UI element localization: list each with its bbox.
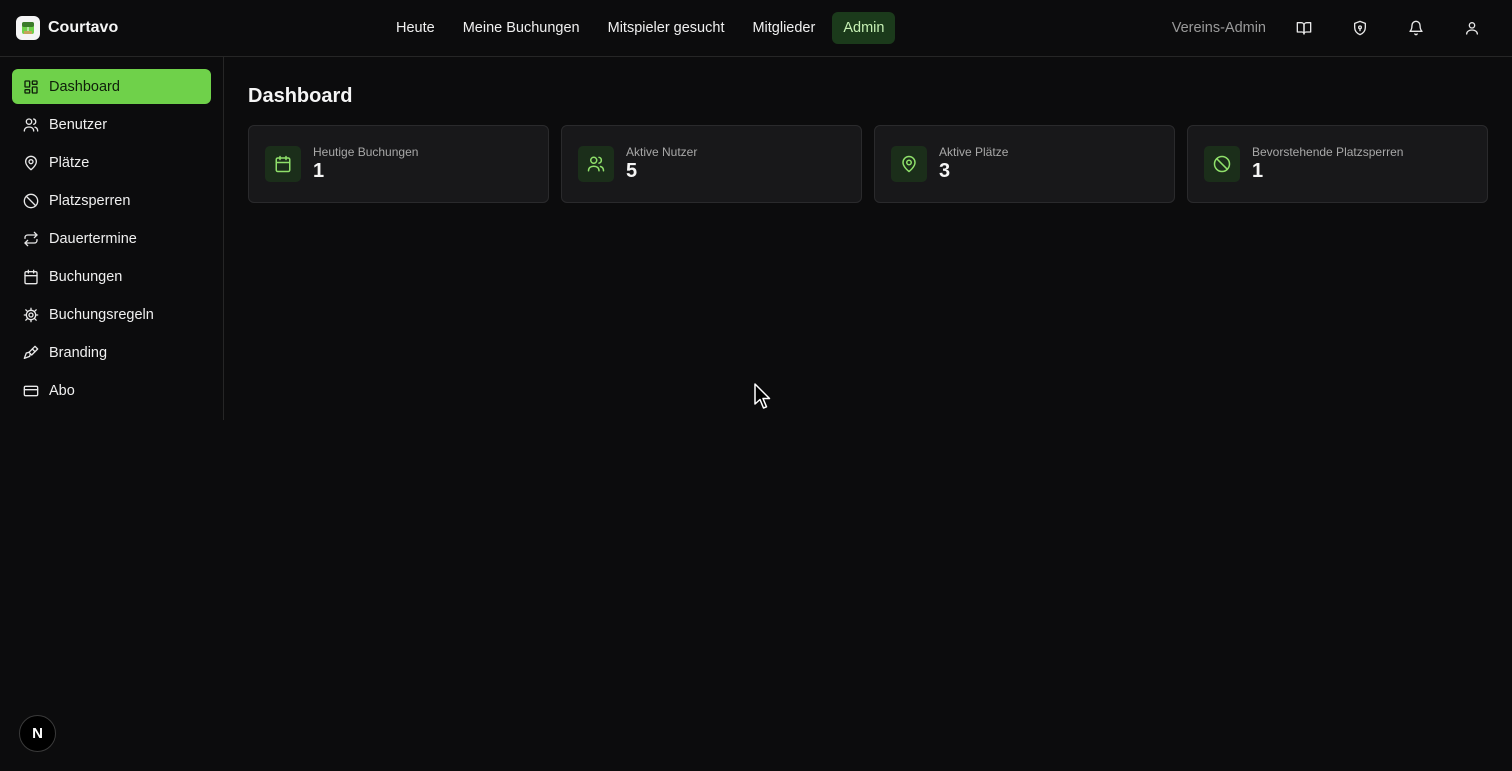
sidebar-item-abo[interactable]: Abo — [12, 373, 211, 408]
sidebar-item-dauertermine[interactable]: Dauertermine — [12, 221, 211, 256]
sidebar-item-plaetze[interactable]: Plätze — [12, 145, 211, 180]
stat-value: 1 — [313, 160, 325, 182]
user-icon[interactable] — [1456, 12, 1488, 44]
sidebar-item-label: Abo — [49, 382, 75, 399]
top-right-actions: Vereins-Admin — [1172, 12, 1488, 44]
gear-icon — [23, 307, 39, 323]
stat-label: Bevorstehende Platzsperren — [1252, 145, 1404, 159]
stat-value: 1 — [1252, 160, 1264, 182]
stat-card-heutige-buchungen: Heutige Buchungen 1 — [248, 125, 549, 203]
sidebar-item-platzsperren[interactable]: Platzsperren — [12, 183, 211, 218]
users-icon — [578, 146, 614, 182]
sidebar-item-label: Dashboard — [49, 78, 120, 95]
credit-card-icon — [23, 383, 39, 399]
sidebar-item-label: Branding — [49, 344, 108, 361]
stats-cards: Heutige Buchungen 1 Aktive Nutzer 5 Akti… — [248, 125, 1488, 203]
sidebar-item-benutzer[interactable]: Benutzer — [12, 107, 211, 142]
mouse-cursor-icon — [754, 383, 771, 409]
main-content: Dashboard Heutige Buchungen 1 Aktive Nut… — [248, 83, 1488, 203]
ban-icon — [23, 193, 39, 209]
sidebar-item-label: Buchungen — [49, 268, 123, 285]
stat-value: 5 — [626, 160, 638, 182]
bell-icon[interactable] — [1400, 12, 1432, 44]
map-pin-icon — [23, 155, 39, 171]
stat-label: Aktive Nutzer — [626, 145, 698, 159]
stat-card-aktive-plaetze: Aktive Plätze 3 — [874, 125, 1175, 203]
user-role-label: Vereins-Admin — [1171, 20, 1266, 36]
calendar-icon — [23, 269, 39, 285]
top-navigation-bar: Courtavo Heute Meine Buchungen Mitspiele… — [0, 0, 1512, 57]
dev-tools-badge[interactable]: N — [19, 715, 56, 752]
brand[interactable]: Courtavo — [16, 16, 118, 40]
app-name: Courtavo — [48, 19, 119, 36]
courtavo-logo-icon — [16, 16, 40, 40]
nav-item-mitglieder[interactable]: Mitglieder — [741, 12, 826, 44]
sidebar-item-label: Dauertermine — [49, 230, 137, 247]
sidebar-item-dashboard[interactable]: Dashboard — [12, 69, 211, 104]
stat-label: Aktive Plätze — [939, 145, 1009, 159]
dashboard-icon — [23, 79, 39, 95]
paintbrush-icon — [23, 345, 39, 361]
sidebar-item-buchungen[interactable]: Buchungen — [12, 259, 211, 294]
admin-sidebar: Dashboard Benutzer Plätze Platzsperren D… — [0, 57, 224, 420]
book-icon[interactable] — [1288, 12, 1320, 44]
nav-item-heute[interactable]: Heute — [385, 12, 446, 44]
stat-value: 3 — [939, 160, 951, 182]
nav-item-meine-buchungen[interactable]: Meine Buchungen — [452, 12, 591, 44]
shield-icon[interactable] — [1344, 12, 1376, 44]
stat-label: Heutige Buchungen — [313, 145, 419, 159]
main-nav: Heute Meine Buchungen Mitspieler gesucht… — [385, 12, 901, 44]
sidebar-item-label: Platzsperren — [49, 192, 131, 209]
ban-icon — [1204, 146, 1240, 182]
nav-item-mitspieler-gesucht[interactable]: Mitspieler gesucht — [597, 12, 736, 44]
sidebar-item-label: Buchungsregeln — [49, 306, 154, 323]
stat-card-bevorstehende-platzsperren: Bevorstehende Platzsperren 1 — [1187, 125, 1488, 203]
repeat-icon — [23, 231, 39, 247]
nav-item-admin[interactable]: Admin — [832, 12, 896, 44]
sidebar-item-buchungsregeln[interactable]: Buchungsregeln — [12, 297, 211, 332]
sidebar-item-label: Plätze — [49, 154, 90, 171]
map-pin-icon — [891, 146, 927, 182]
stat-card-aktive-nutzer: Aktive Nutzer 5 — [561, 125, 862, 203]
sidebar-item-branding[interactable]: Branding — [12, 335, 211, 370]
users-icon — [23, 117, 39, 133]
calendar-icon — [265, 146, 301, 182]
sidebar-item-label: Benutzer — [49, 116, 108, 133]
page-title: Dashboard — [248, 85, 353, 107]
